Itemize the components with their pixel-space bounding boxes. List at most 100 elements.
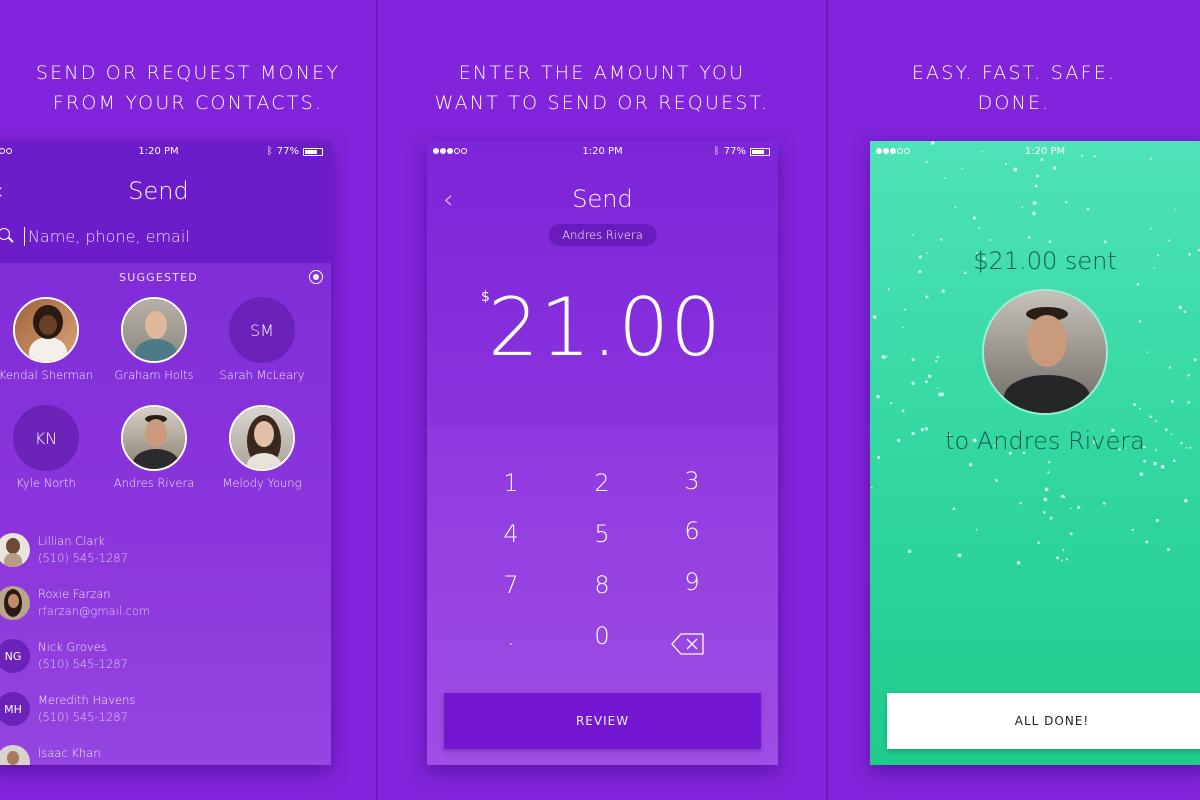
- sparkle-dot: [1138, 407, 1142, 410]
- sparkle-dot: [1143, 459, 1147, 463]
- sparkle-dot: [1168, 366, 1171, 369]
- caption-line: EASY. FAST. SAFE.: [911, 62, 1117, 84]
- keypad-key-9[interactable]: 9: [662, 562, 722, 602]
- keypad-key-6[interactable]: 6: [662, 511, 722, 551]
- keypad-key-4[interactable]: 4: [481, 514, 541, 554]
- sparkle-dot: [1171, 400, 1174, 403]
- sparkle-dot: [1153, 461, 1157, 466]
- list-item[interactable]: NG Nick Groves (510) 545-1287: [0, 639, 286, 679]
- contact-name: Nick Groves: [38, 640, 107, 654]
- sparkle-dot: [952, 507, 956, 511]
- sparkle-dot: [1032, 211, 1036, 216]
- suggested-contact[interactable]: Melody Young: [208, 405, 316, 490]
- sparkle-dot: [1183, 310, 1187, 314]
- keypad-key-5[interactable]: 5: [572, 514, 632, 554]
- caption-line: DONE.: [977, 92, 1051, 114]
- contact-name: Melody Young: [222, 476, 302, 490]
- sparkle-dot: [890, 402, 893, 405]
- avatar-initials: NG: [0, 639, 30, 673]
- sparkle-dot: [902, 326, 904, 329]
- keypad-key-3[interactable]: 3: [662, 461, 722, 501]
- sparkle-dot: [872, 315, 877, 319]
- sparkle-dot: [1086, 207, 1090, 211]
- sparkle-dot: [1047, 471, 1050, 474]
- sparkle-dot: [1178, 305, 1183, 310]
- sparkle-dot: [1193, 358, 1197, 362]
- backspace-icon[interactable]: [671, 633, 705, 655]
- suggested-contact[interactable]: Andres Rivera: [100, 405, 208, 490]
- sparkle-dot: [1062, 549, 1065, 552]
- sparkle-dot: [1061, 559, 1063, 562]
- avatar: [0, 533, 30, 567]
- contact-name: Sarah McLeary: [219, 368, 305, 382]
- keypad-key-decimal[interactable]: .: [481, 617, 541, 657]
- suggested-contact[interactable]: Kendal Sherman: [0, 297, 100, 382]
- keypad-key-8[interactable]: 8: [572, 565, 632, 605]
- sparkle-dot: [1036, 174, 1040, 178]
- sparkle-dot: [968, 463, 973, 467]
- sparkle-dot: [975, 528, 978, 531]
- list-item[interactable]: Lillian Clark (510) 545-1287: [0, 533, 286, 573]
- sparkle-dot: [1070, 507, 1072, 510]
- status-time: 1:20 PM: [1024, 146, 1066, 157]
- sparkle-dot: [1044, 487, 1049, 492]
- keypad-key-0[interactable]: 0: [572, 616, 632, 656]
- keypad-key-2[interactable]: 2: [572, 463, 632, 503]
- sparkle-dot: [936, 387, 939, 390]
- sparkle-dot: [1043, 497, 1048, 502]
- contact-detail: (510) 545-1287: [38, 657, 128, 671]
- all-done-button[interactable]: ALL DONE!: [887, 693, 1200, 749]
- suggested-contact[interactable]: Graham Holts: [100, 297, 208, 382]
- avatar-initials: SM: [229, 297, 295, 363]
- sparkle-dot: [925, 380, 928, 384]
- list-item[interactable]: Isaac Khan: [0, 745, 286, 765]
- avatar: [0, 586, 30, 620]
- sparkle-dot: [1034, 184, 1038, 188]
- sparkle-dot: [1139, 472, 1144, 477]
- radio-icon[interactable]: [309, 270, 323, 284]
- suggested-contact[interactable]: SM Sarah McLeary: [208, 297, 316, 382]
- panel-caption: EASY. FAST. SAFE. DONE.: [828, 58, 1200, 118]
- sparkle-dot: [1150, 227, 1152, 230]
- sparkle-dot: [1173, 459, 1176, 463]
- sparkle-dot: [1155, 518, 1160, 523]
- sparkle-dot: [1136, 283, 1140, 286]
- review-button[interactable]: REVIEW: [444, 693, 761, 749]
- sparkle-dot: [927, 374, 932, 378]
- list-item[interactable]: Roxie Farzan rfarzan@gmail.com: [0, 586, 286, 626]
- list-item[interactable]: MH Meredith Havens (510) 545-1287: [0, 692, 286, 732]
- caption-line: ENTER THE AMOUNT YOU: [458, 62, 746, 84]
- search-icon: [0, 228, 14, 244]
- sparkle-dot: [911, 358, 915, 362]
- bluetooth-icon: ᛒ: [713, 146, 720, 157]
- sparkle-dot: [1019, 502, 1022, 505]
- contact-detail: (510) 545-1287: [38, 710, 128, 724]
- sparkle-dot: [1032, 201, 1037, 206]
- sparkle-dot: [887, 288, 890, 291]
- sparkle-dot: [1047, 460, 1051, 464]
- contact-detail: (510) 545-1287: [38, 551, 128, 565]
- sparkle-dot: [907, 549, 912, 553]
- sparkle-dot: [954, 206, 957, 209]
- avatar: [0, 745, 30, 765]
- suggested-contact[interactable]: KN Kyle North: [0, 405, 100, 490]
- bluetooth-icon: ᛒ: [266, 146, 273, 157]
- keypad-key-1[interactable]: 1: [481, 463, 541, 503]
- avatar-initials: KN: [13, 405, 79, 471]
- screen-title: Send: [128, 177, 189, 205]
- sparkle-dot: [957, 553, 962, 558]
- search-bar[interactable]: [0, 223, 319, 249]
- keypad-key-7[interactable]: 7: [481, 565, 541, 605]
- recipient-chip[interactable]: Andres Rivera: [548, 224, 657, 246]
- search-input[interactable]: [24, 226, 284, 246]
- contact-name: Kyle North: [16, 476, 76, 490]
- battery-icon: [750, 147, 770, 156]
- phone-send-screen: 1:20 PM ᛒ 77% ‹ Send SUGGESTED Kendal Sh…: [0, 141, 331, 765]
- sparkle-dot: [1027, 236, 1031, 239]
- sparkle-dot: [1049, 516, 1053, 520]
- sparkle-dot: [1167, 239, 1170, 242]
- sparkle-dot: [1062, 495, 1066, 499]
- sparkle-dot: [1174, 208, 1176, 211]
- sparkle-dot: [1187, 374, 1190, 377]
- sparkle-dot: [989, 238, 992, 242]
